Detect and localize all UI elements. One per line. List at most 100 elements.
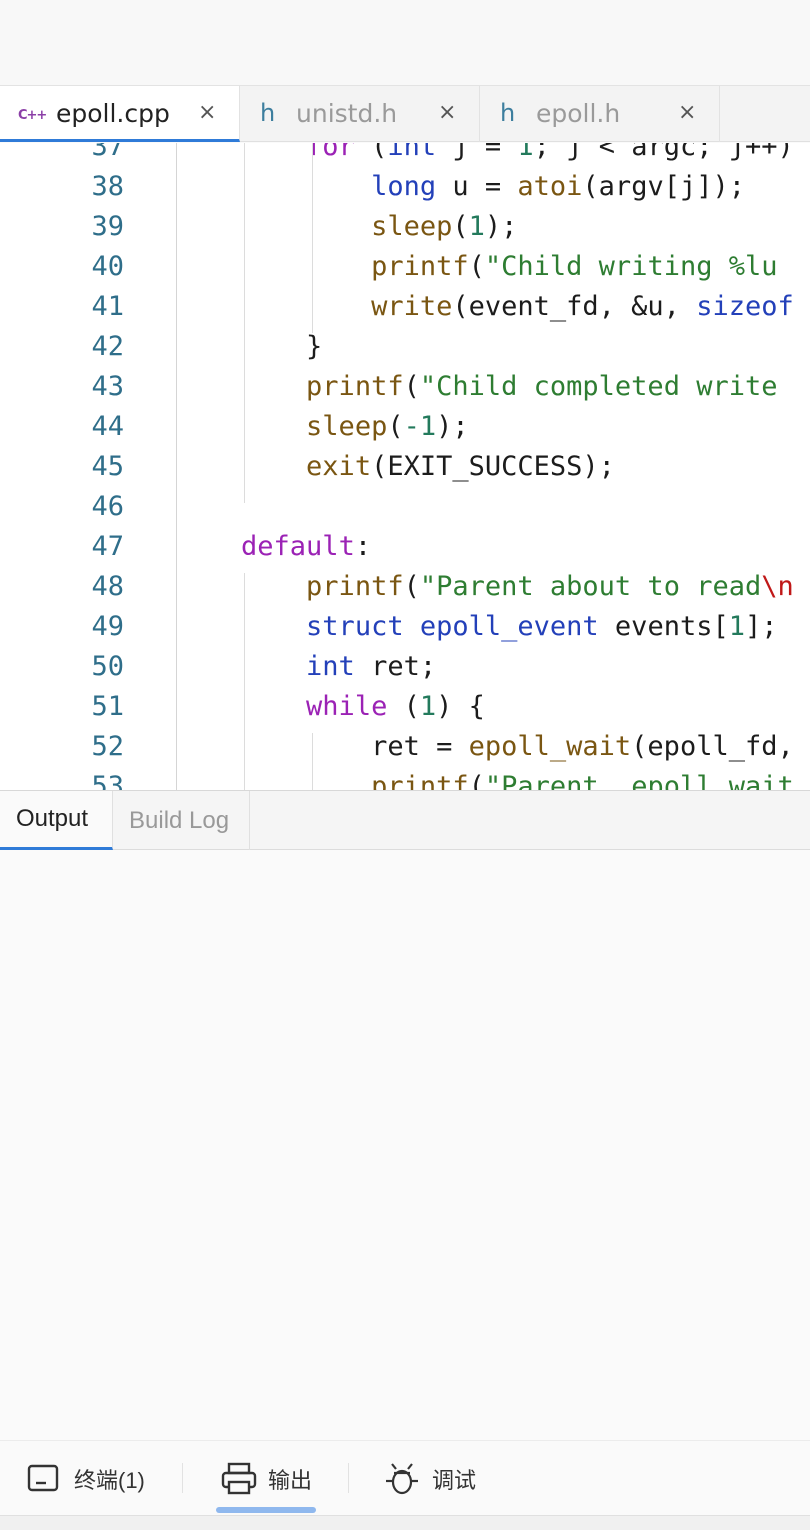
code-text: struct epoll_event events[1]; <box>176 611 778 642</box>
line-number: 49 <box>91 611 124 642</box>
code-text: } <box>176 331 322 362</box>
code-token: ( <box>387 411 404 442</box>
code-line[interactable]: 51 while (1) { <box>0 689 810 729</box>
code-token: ret = <box>176 731 469 762</box>
code-line[interactable]: 45 exit(EXIT_SUCCESS); <box>0 449 810 489</box>
line-number: 40 <box>91 251 124 282</box>
line-number: 41 <box>91 291 124 322</box>
code-token: ; j < argc; j++) <box>533 143 794 162</box>
code-line[interactable]: 38 long u = atoi(argv[j]); <box>0 169 810 209</box>
code-text: write(event_fd, &u, sizeof <box>176 291 794 322</box>
code-token: 1 <box>468 211 485 242</box>
code-token: int <box>306 651 355 682</box>
line-number: 46 <box>91 491 124 522</box>
line-number: 42 <box>91 331 124 362</box>
code-token: ( <box>387 691 420 722</box>
code-token: printf <box>371 771 469 790</box>
code-token: 1 <box>517 143 534 162</box>
tab-unistd-h[interactable]: h unistd.h × <box>240 86 480 142</box>
code-line[interactable]: 47 default: <box>0 529 810 569</box>
output-panel <box>0 850 810 1440</box>
divider <box>182 1463 183 1493</box>
close-icon[interactable]: × <box>678 100 696 125</box>
bug-icon <box>384 1461 420 1497</box>
code-text: sleep(1); <box>176 211 517 242</box>
code-token: printf <box>306 571 404 602</box>
code-token: "Parent about to read <box>419 571 762 602</box>
tab-label: unistd.h <box>296 99 398 128</box>
code-editor[interactable]: 37 for (int j = 1; j < argc; j++) 38 long… <box>0 143 810 790</box>
code-token: sleep <box>371 211 453 242</box>
code-line[interactable]: 43 printf("Child completed write <box>0 369 810 409</box>
code-line[interactable]: 48 printf("Parent about to read\n <box>0 569 810 609</box>
line-number: 53 <box>91 771 124 790</box>
code-token: long <box>371 171 437 202</box>
indent-guide <box>244 573 245 790</box>
line-number: 47 <box>91 531 124 562</box>
code-line[interactable]: 52 ret = epoll_wait(epoll_fd, <box>0 729 810 769</box>
printer-icon <box>220 1461 257 1497</box>
code-line[interactable]: 53 printf("Parent, epoll_wait <box>0 769 810 790</box>
code-line[interactable]: 42 } <box>0 329 810 369</box>
active-indicator <box>216 1507 316 1513</box>
code-token: ]; <box>744 611 778 642</box>
code-token: j = <box>436 143 518 162</box>
terminal-button[interactable]: 终端(1) <box>26 1441 145 1516</box>
code-line[interactable]: 37 for (int j = 1; j < argc; j++) <box>0 143 810 169</box>
code-token: sleep <box>306 411 388 442</box>
code-token: } <box>176 331 323 362</box>
header-file-icon: h <box>260 99 276 127</box>
code-token: default <box>241 531 355 562</box>
close-icon[interactable]: × <box>198 100 216 125</box>
code-token: int <box>387 143 437 162</box>
code-token: ( <box>468 771 485 790</box>
code-line[interactable]: 41 write(event_fd, &u, sizeof <box>0 289 810 329</box>
tab-epoll-cpp[interactable]: C++ epoll.cpp × <box>0 86 240 142</box>
panel-tab-bar: Output Build Log <box>0 790 810 850</box>
terminal-icon <box>26 1461 62 1497</box>
debug-label: 调试 <box>432 1467 477 1493</box>
code-line[interactable]: 44 sleep(-1); <box>0 409 810 449</box>
line-number: 48 <box>91 571 124 602</box>
footer-strip <box>0 1515 810 1530</box>
indent-guide <box>312 733 313 790</box>
line-number: 44 <box>91 411 124 442</box>
terminal-label: 终端(1) <box>74 1467 145 1493</box>
code-text: printf("Child completed write <box>176 371 777 402</box>
code-token: "Parent, epoll_wait <box>484 771 794 790</box>
tab-output[interactable]: Output <box>0 791 113 850</box>
bottom-toolbar: 终端(1) 输出 调试 <box>0 1440 810 1515</box>
code-line[interactable]: 40 printf("Child writing %lu <box>0 249 810 289</box>
code-line[interactable]: 46 <box>0 489 810 529</box>
code-line[interactable]: 50 int ret; <box>0 649 810 689</box>
tab-epoll-h[interactable]: h epoll.h × <box>480 86 720 142</box>
code-text: long u = atoi(argv[j]); <box>176 171 745 202</box>
code-line[interactable]: 49 struct epoll_event events[1]; <box>0 609 810 649</box>
tab-build-log[interactable]: Build Log <box>113 791 250 850</box>
output-button[interactable]: 输出 <box>220 1441 312 1516</box>
code-token: ( <box>468 251 485 282</box>
code-line[interactable]: 39 sleep(1); <box>0 209 810 249</box>
code-token: epoll_wait <box>468 731 632 762</box>
code-token: for <box>306 143 355 162</box>
code-text: printf("Child writing %lu <box>176 251 777 282</box>
code-token: (argv[j]); <box>582 171 745 202</box>
code-token: (event_fd, &u, <box>452 291 697 322</box>
code-text: sleep(-1); <box>176 411 469 442</box>
debug-button[interactable]: 调试 <box>384 1441 476 1516</box>
close-icon[interactable]: × <box>438 100 456 125</box>
code-text: default: <box>176 531 371 562</box>
code-token: exit <box>306 451 372 482</box>
line-number: 38 <box>91 171 124 202</box>
code-token: while <box>306 691 388 722</box>
